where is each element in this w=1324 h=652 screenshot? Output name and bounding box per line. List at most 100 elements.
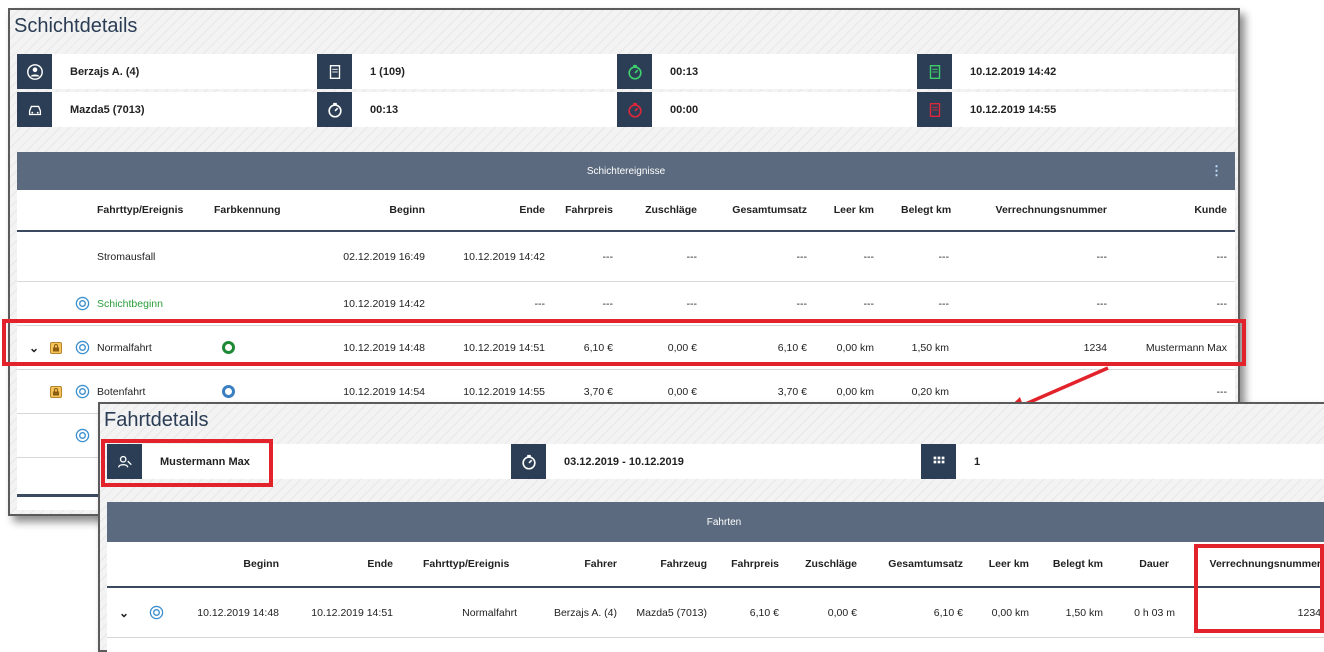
col-extra[interactable]: Zuschläge xyxy=(787,542,857,586)
col-extra[interactable]: Zuschläge xyxy=(617,190,697,230)
col-billing[interactable]: Verrechnungsnummer xyxy=(1201,542,1321,586)
info-timer: 00:13 xyxy=(317,92,617,127)
row-occupied: 1,50 km xyxy=(1065,606,1103,619)
row-total: --- xyxy=(796,250,808,263)
info-timer-green: 00:13 xyxy=(617,54,917,89)
row-empty: 0,00 km xyxy=(991,606,1029,619)
row-occupied: --- xyxy=(938,250,950,263)
info-shift-end: 10.12.2019 14:55 xyxy=(917,92,1235,127)
col-color[interactable]: Farbkennung xyxy=(214,190,281,230)
col-end[interactable]: Ende xyxy=(437,190,545,230)
chevron-down-icon[interactable]: ⌄ xyxy=(29,326,39,369)
shift-events-header: Schichtereignisse ⋮ xyxy=(17,152,1235,190)
info-period: 03.12.2019 - 10.12.2019 xyxy=(511,444,921,479)
row-total: 6,10 € xyxy=(933,606,963,619)
row-occupied: --- xyxy=(938,297,950,310)
event-icon[interactable] xyxy=(75,414,90,457)
shift-start-value: 10.12.2019 14:42 xyxy=(970,65,1057,78)
customer-icon xyxy=(107,444,142,479)
col-end[interactable]: Ende xyxy=(297,542,393,586)
info-shift-start: 10.12.2019 14:42 xyxy=(917,54,1235,89)
info-receipts: 1 (109) xyxy=(317,54,617,89)
timer-icon xyxy=(317,92,352,127)
row-end: 10.12.2019 14:51 xyxy=(463,341,545,354)
col-total[interactable]: Gesamtumsatz xyxy=(867,542,963,586)
col-duration[interactable]: Dauer xyxy=(1117,542,1169,586)
col-total[interactable]: Gesamtumsatz xyxy=(707,190,807,230)
row-customer: Mustermann Max xyxy=(1145,341,1227,354)
col-start[interactable]: Beginn xyxy=(197,542,279,586)
row-total: --- xyxy=(796,297,808,310)
timer-green-icon xyxy=(617,54,652,89)
timer-value: 00:13 xyxy=(370,103,399,116)
col-driver[interactable]: Fahrer xyxy=(527,542,617,586)
col-vehicle[interactable]: Fahrzeug xyxy=(627,542,707,586)
col-start[interactable]: Beginn xyxy=(317,190,425,230)
row-total: 6,10 € xyxy=(777,341,807,354)
shift-details-title: Schichtdetails xyxy=(14,15,138,37)
row-duration: 0 h 03 m xyxy=(1134,606,1175,619)
table-row[interactable]: Stromausfall 02.12.2019 16:49 10.12.2019… xyxy=(17,232,1235,282)
lock-icon[interactable] xyxy=(50,326,62,369)
color-ring-icon xyxy=(222,326,235,369)
row-start: 10.12.2019 14:48 xyxy=(197,606,279,619)
row-end: --- xyxy=(534,297,546,310)
row-empty: --- xyxy=(863,250,875,263)
row-start: 10.12.2019 14:48 xyxy=(343,341,425,354)
col-type[interactable]: Fahrttyp/Ereignis xyxy=(97,190,183,230)
row-fare: 6,10 € xyxy=(749,606,779,619)
chevron-down-icon[interactable]: ⌄ xyxy=(119,588,129,637)
row-type: Stromausfall xyxy=(97,250,156,263)
event-icon[interactable] xyxy=(149,588,164,637)
row-type: Schichtbeginn xyxy=(97,297,163,310)
table-row[interactable]: Schichtbeginn 10.12.2019 14:42 --- --- -… xyxy=(17,282,1235,326)
col-billing[interactable]: Verrechnungsnummer xyxy=(987,190,1107,230)
customer-value: Mustermann Max xyxy=(160,455,250,468)
receipt-icon xyxy=(317,54,352,89)
row-extra: --- xyxy=(686,297,698,310)
table-header: Beginn Ende Fahrttyp/Ereignis Fahrer Fah… xyxy=(107,542,1324,588)
row-fare: --- xyxy=(602,250,614,263)
col-empty-km[interactable]: Leer km xyxy=(969,542,1029,586)
col-occupied-km[interactable]: Belegt km xyxy=(1037,542,1103,586)
col-type[interactable]: Fahrttyp/Ereignis xyxy=(423,542,509,586)
row-billing: 1234 xyxy=(1297,606,1321,619)
driver-value: Berzajs A. (4) xyxy=(70,65,140,78)
table-header: Fahrttyp/Ereignis Farbkennung Beginn End… xyxy=(17,190,1235,232)
col-occupied-km[interactable]: Belegt km xyxy=(901,190,951,230)
row-type: Normalfahrt xyxy=(97,341,152,354)
event-icon[interactable] xyxy=(75,370,90,413)
row-start: 10.12.2019 14:42 xyxy=(343,297,425,310)
trip-details-title: Fahrtdetails xyxy=(104,409,209,431)
shift-end-icon xyxy=(917,92,952,127)
count-value: 1 xyxy=(974,455,981,468)
timer-red-icon xyxy=(617,92,652,127)
event-icon[interactable] xyxy=(75,326,90,369)
row-fare: 6,10 € xyxy=(583,341,613,354)
row-end: 10.12.2019 14:51 xyxy=(311,606,393,619)
car-icon xyxy=(17,92,52,127)
row-driver: Berzajs A. (4) xyxy=(553,606,617,619)
row-customer: --- xyxy=(1216,297,1228,310)
col-empty-km[interactable]: Leer km xyxy=(812,190,874,230)
timer-green-value: 00:13 xyxy=(670,65,699,78)
vehicle-value: Mazda5 (7013) xyxy=(70,103,145,116)
row-type: Normalfahrt xyxy=(462,606,517,619)
col-fare[interactable]: Fahrpreis xyxy=(547,190,613,230)
lock-icon[interactable] xyxy=(50,370,62,413)
row-billing: --- xyxy=(1096,297,1108,310)
info-customer: Mustermann Max xyxy=(107,444,511,479)
row-billing: 1234 xyxy=(1083,341,1107,354)
row-extra: 0,00 € xyxy=(827,606,857,619)
event-icon[interactable] xyxy=(75,282,90,325)
more-options-icon[interactable]: ⋮ xyxy=(1210,163,1223,179)
timer-icon xyxy=(511,444,546,479)
row-billing: --- xyxy=(1096,250,1108,263)
trips-title: Fahrten xyxy=(706,516,742,528)
col-fare[interactable]: Fahrpreis xyxy=(717,542,779,586)
table-row[interactable]: ⌄ 10.12.2019 14:48 10.12.2019 14:51 Norm… xyxy=(107,588,1324,638)
info-driver: Berzajs A. (4) xyxy=(17,54,317,89)
col-customer[interactable]: Kunde xyxy=(1117,190,1227,230)
driver-icon xyxy=(17,54,52,89)
shift-start-icon xyxy=(917,54,952,89)
